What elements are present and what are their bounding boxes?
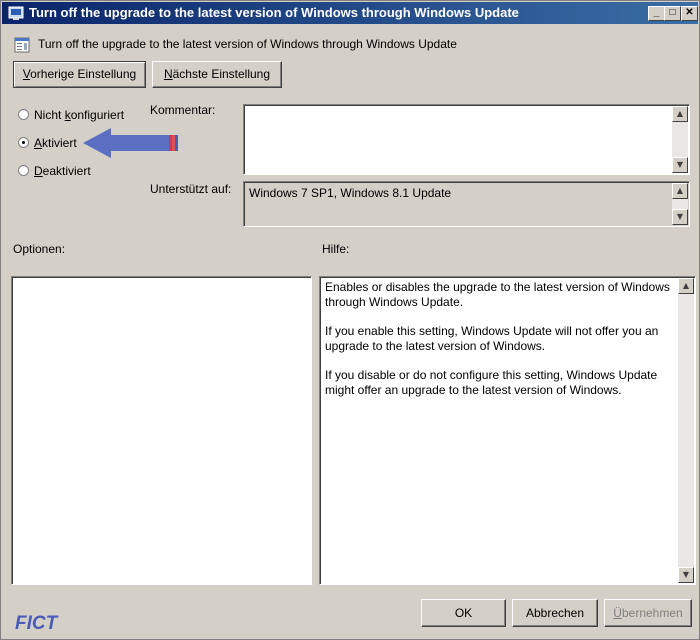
setting-name: Turn off the upgrade to the latest versi… — [38, 37, 457, 51]
watermark-logo: FICT — [15, 613, 58, 634]
scroll-up-icon[interactable]: ▲ — [672, 106, 688, 122]
radio-not-configured[interactable] — [18, 109, 29, 120]
scroll-up-icon[interactable]: ▲ — [678, 278, 694, 294]
supported-scrollbar[interactable]: ▲ ▼ — [672, 183, 688, 225]
apply-button[interactable]: Übernehmen — [604, 599, 692, 627]
scroll-down-icon[interactable]: ▼ — [672, 209, 688, 225]
policy-dialog: Turn off the upgrade to the latest versi… — [0, 0, 700, 640]
scroll-up-icon[interactable]: ▲ — [672, 183, 688, 199]
annotation-arrow-icon — [83, 128, 178, 158]
help-paragraph: If you enable this setting, Windows Upda… — [325, 324, 659, 353]
minimize-button[interactable]: _ — [648, 6, 665, 21]
maximize-button[interactable]: □ — [664, 6, 681, 21]
scroll-down-icon[interactable]: ▼ — [672, 157, 688, 173]
help-text: Enables or disables the upgrade to the l… — [325, 280, 670, 412]
options-panel — [11, 276, 312, 585]
scroll-down-icon[interactable]: ▼ — [678, 567, 694, 583]
help-label: Hilfe: — [322, 242, 350, 256]
comment-scrollbar[interactable]: ▲ ▼ — [672, 106, 688, 173]
previous-setting-button[interactable]: Vorherige Einstellung — [13, 61, 146, 88]
close-button[interactable]: ✕ — [681, 6, 698, 21]
comment-label: Kommentar: — [150, 103, 216, 117]
help-paragraph: Enables or disables the upgrade to the l… — [325, 280, 670, 309]
window-title: Turn off the upgrade to the latest versi… — [29, 5, 519, 20]
next-setting-button[interactable]: Nächste Einstellung — [152, 61, 282, 88]
radio-disabled[interactable] — [18, 165, 29, 176]
title-bar[interactable]: Turn off the upgrade to the latest versi… — [2, 2, 698, 24]
help-scrollbar[interactable]: ▲ ▼ — [678, 278, 694, 583]
help-panel: Enables or disables the upgrade to the l… — [319, 276, 696, 585]
comment-textarea[interactable]: ▲ ▼ — [243, 104, 690, 175]
supported-field: Windows 7 SP1, Windows 8.1 Update ▲ ▼ — [243, 181, 690, 227]
setting-icon — [14, 37, 30, 53]
radio-enabled[interactable] — [18, 137, 29, 148]
cancel-button[interactable]: Abbrechen — [512, 599, 598, 627]
policy-app-icon — [8, 6, 24, 20]
options-label: Optionen: — [13, 242, 66, 256]
ok-button[interactable]: OK — [421, 599, 506, 627]
supported-label: Unterstützt auf: — [150, 182, 232, 196]
radio-not-configured-label[interactable]: Nicht konfiguriert — [34, 108, 124, 122]
help-paragraph: If you disable or do not configure this … — [325, 368, 658, 397]
radio-disabled-label[interactable]: Deaktiviert — [34, 164, 91, 178]
radio-enabled-label[interactable]: Aktiviert — [34, 136, 77, 150]
supported-value: Windows 7 SP1, Windows 8.1 Update — [249, 186, 452, 200]
